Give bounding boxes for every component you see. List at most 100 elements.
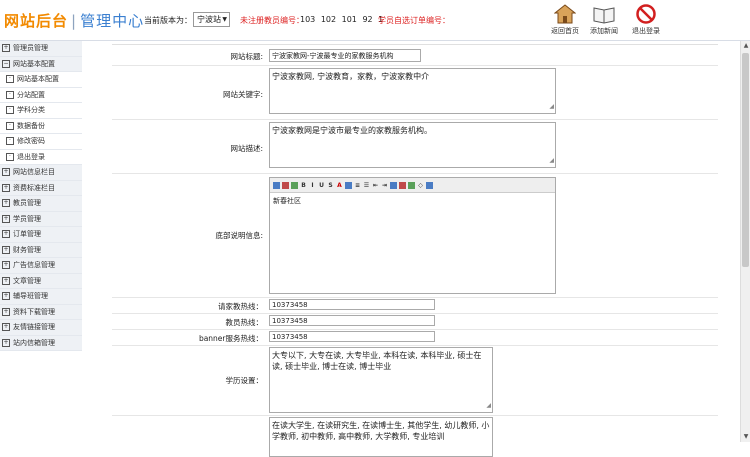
image-icon[interactable] <box>408 181 415 189</box>
site-logo: 网站后台 | 管理中心 <box>4 12 145 30</box>
sidebar-subitem[interactable]: · 网站基本配置 <box>0 72 82 88</box>
link-icon[interactable] <box>390 181 397 189</box>
sidebar: + 管理员管理 − 网站基本配置 · 网站基本配置 · 分站配置 · 学科分类 · 数据备份… <box>0 41 82 442</box>
keywords-label: 网站关键字: <box>222 90 263 99</box>
sidebar-item[interactable]: + 站内信箱管理 <box>0 335 82 351</box>
hotline-label: 请家教热线： <box>218 302 263 311</box>
resize-grip-icon[interactable]: ◢ <box>549 155 554 166</box>
expand-icon: + <box>2 307 10 316</box>
sidebar-subitem[interactable]: · 修改密码 <box>0 134 82 150</box>
description-label: 网站描述: <box>230 144 263 153</box>
row-site-title: 网站标题: 宁波家教网-宁波最专业的家教服务机构 <box>112 45 718 66</box>
outdent-icon[interactable]: ⇤ <box>372 182 379 189</box>
identity-textarea[interactable]: 在读大学生, 在读研究生, 在读博士生, 其他学生, 幼儿教师, 小学教师, 初… <box>269 417 493 457</box>
version-select-value: 宁波站 <box>197 15 221 24</box>
page-icon: · <box>6 106 14 114</box>
expand-icon: + <box>2 245 10 254</box>
add-news-button[interactable]: 添加新闻 <box>584 4 624 36</box>
editor-content[interactable]: 新春社区 <box>270 193 555 209</box>
sidebar-subitem[interactable]: · 分站配置 <box>0 87 82 103</box>
expand-icon: + <box>2 44 10 52</box>
banner-hotline-input[interactable]: 10373458 <box>269 331 435 342</box>
teacher-numbers[interactable]: 103 102 101 92 1 <box>300 15 383 24</box>
unlink-icon[interactable] <box>399 181 406 189</box>
underline-icon[interactable]: U <box>318 182 325 189</box>
expand-icon: + <box>2 292 10 300</box>
scroll-up-icon[interactable]: ▲ <box>741 41 750 51</box>
sidebar-item[interactable]: + 财务管理 <box>0 242 82 258</box>
education-textarea[interactable]: 大专以下, 大专在读, 大专毕业, 本科在读, 本科毕业, 硕士在读, 硕士毕业… <box>269 347 493 413</box>
sidebar-item[interactable]: − 网站基本配置 <box>0 56 82 72</box>
row-hotline: 请家教热线： 10373458 <box>112 297 718 314</box>
expand-icon: + <box>2 214 10 223</box>
row-education: 学历设置： 大专以下, 大专在读, 大专毕业, 本科在读, 本科毕业, 硕士在读… <box>112 345 718 416</box>
row-keywords: 网站关键字: 宁波家教网, 宁波教育，家教，宁波家教中介 ◢ <box>112 65 718 120</box>
page-icon: · <box>6 152 14 161</box>
code-icon[interactable]: ◇ <box>417 182 424 189</box>
banner-hotline-label: banner服务热线： <box>198 334 263 343</box>
resize-grip-icon[interactable]: ◢ <box>549 101 554 112</box>
logo-main: 网站后台 <box>4 12 69 30</box>
no-entry-icon <box>636 4 656 24</box>
expand-icon: + <box>2 199 10 207</box>
italic-icon[interactable]: I <box>309 182 316 189</box>
editor-toolbar: B I U S A ≡ ☰ ⇤ ⇥ ◇ <box>270 178 555 193</box>
sidebar-item[interactable]: + 资费标准栏目 <box>0 180 82 196</box>
expand-icon: + <box>2 276 10 285</box>
sidebar-item[interactable]: + 管理员管理 <box>0 41 82 57</box>
expand-icon: + <box>2 261 10 269</box>
sidebar-item[interactable]: + 学员管理 <box>0 211 82 227</box>
education-label: 学历设置： <box>225 376 264 385</box>
home-icon <box>554 4 576 24</box>
expand-icon: + <box>2 230 10 238</box>
page-icon: · <box>6 137 14 145</box>
expand-icon: + <box>2 338 10 347</box>
home-button[interactable]: 返回首页 <box>545 4 585 36</box>
scroll-down-icon[interactable]: ▼ <box>741 432 750 442</box>
keywords-textarea[interactable]: 宁波家教网, 宁波教育，家教，宁波家教中介 ◢ <box>269 68 556 114</box>
sidebar-item[interactable]: + 网站信息栏目 <box>0 165 82 181</box>
text-color-icon[interactable]: A <box>336 182 343 189</box>
teacher-hotline-input[interactable]: 10373458 <box>269 315 435 326</box>
template-icon[interactable] <box>282 181 289 189</box>
bold-icon[interactable]: B <box>300 182 307 189</box>
ordered-list-icon[interactable]: ≡ <box>354 182 361 189</box>
rich-text-editor[interactable]: B I U S A ≡ ☰ ⇤ ⇥ ◇ 新春社区 <box>269 177 556 294</box>
sidebar-subitem[interactable]: · 数据备份 <box>0 118 82 134</box>
version-select[interactable]: 宁波站 ▼ <box>193 12 230 27</box>
expand-icon: + <box>2 168 10 176</box>
hotline-input[interactable]: 10373458 <box>269 299 435 310</box>
help-icon[interactable] <box>426 181 433 189</box>
page-scrollbar[interactable]: ▲ ▼ <box>740 41 750 442</box>
logout-button[interactable]: 退出登录 <box>626 4 666 36</box>
sidebar-item[interactable]: + 文章管理 <box>0 273 82 289</box>
footer-info-label: 底部说明信息: <box>215 231 263 240</box>
page-icon: · <box>6 90 14 99</box>
highlight-icon[interactable] <box>345 181 352 189</box>
teacher-hotline-label: 教员热线： <box>225 318 264 327</box>
sidebar-item[interactable]: + 订单管理 <box>0 227 82 243</box>
sidebar-item[interactable]: + 资料下载管理 <box>0 304 82 320</box>
expand-icon: + <box>2 323 10 331</box>
order-no-label: 学员自选订单编号： <box>378 16 450 25</box>
sidebar-item[interactable]: + 广告信息管理 <box>0 258 82 274</box>
resize-grip-icon[interactable]: ◢ <box>486 400 491 411</box>
indent-icon[interactable]: ⇥ <box>381 182 388 189</box>
top-header: 网站后台 | 管理中心 当前版本为： 宁波站 ▼ 未注册教员编号： 103 102 … <box>0 0 750 41</box>
site-title-label: 网站标题: <box>230 52 263 61</box>
strikethrough-icon[interactable]: S <box>327 182 334 189</box>
description-textarea[interactable]: 宁波家教网是宁波市最专业的家教服务机构。 ◢ <box>269 122 556 168</box>
source-icon[interactable] <box>273 181 280 189</box>
font-icon[interactable] <box>291 181 298 189</box>
unordered-list-icon[interactable]: ☰ <box>363 182 370 189</box>
sidebar-item[interactable]: + 辅导班管理 <box>0 289 82 305</box>
sidebar-subitem[interactable]: · 学科分类 <box>0 103 82 119</box>
book-icon <box>593 7 615 24</box>
sidebar-item[interactable]: + 教员管理 <box>0 196 82 212</box>
sidebar-subitem[interactable]: · 退出登录 <box>0 149 82 165</box>
sidebar-item[interactable]: + 友情链接管理 <box>0 320 82 336</box>
scroll-thumb[interactable] <box>742 53 749 267</box>
site-title-input[interactable]: 宁波家教网-宁波最专业的家教服务机构 <box>269 49 421 62</box>
logo-sub: 管理中心 <box>80 12 145 30</box>
chevron-down-icon: ▼ <box>222 16 227 23</box>
